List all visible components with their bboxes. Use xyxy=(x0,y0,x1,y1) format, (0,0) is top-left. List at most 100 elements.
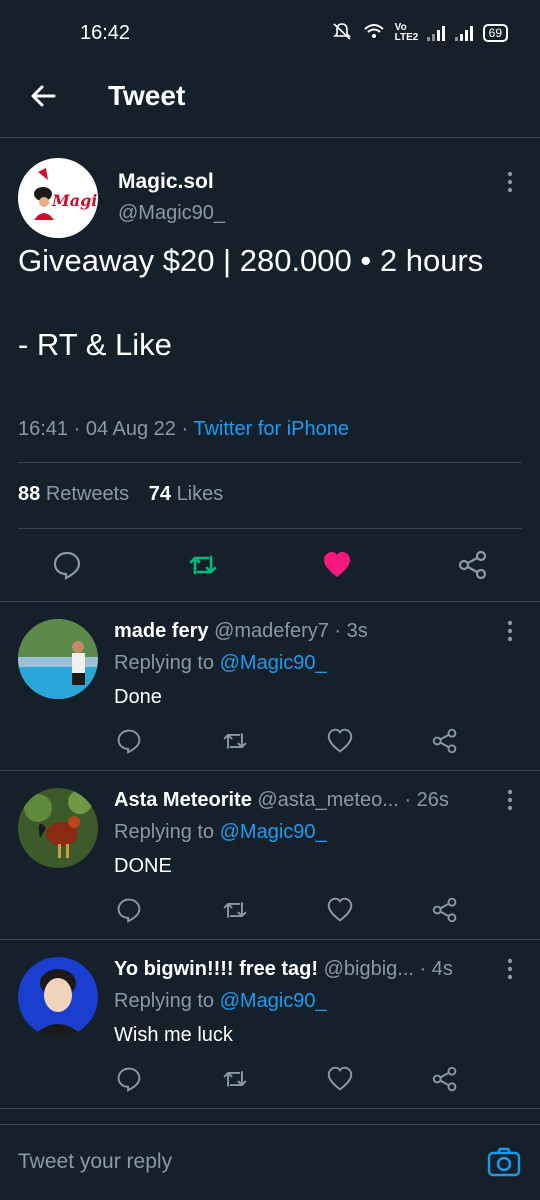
reply-header: Asta Meteorite @asta_meteo... · 26s xyxy=(114,789,449,811)
share-button[interactable] xyxy=(432,728,458,754)
likes-count: 74 xyxy=(148,483,171,505)
more-options-button[interactable] xyxy=(500,788,520,812)
reply-text: Wish me luck xyxy=(114,1024,233,1046)
signal-icon-2 xyxy=(454,25,473,41)
tweet-meta: 16:41 · 04 Aug 22 · Twitter for iPhone xyxy=(18,418,349,440)
retweets-label: Retweets xyxy=(45,483,130,505)
share-icon xyxy=(432,1066,457,1092)
mute-icon xyxy=(331,22,353,43)
heart-icon xyxy=(327,728,353,753)
reply-author-handle[interactable]: @madefery7 xyxy=(214,620,329,642)
avatar[interactable] xyxy=(18,619,98,699)
reply-button[interactable] xyxy=(52,550,82,580)
like-button[interactable] xyxy=(327,1066,353,1092)
reply-author-name[interactable]: made fery xyxy=(114,620,209,642)
reply-time: 4s xyxy=(431,958,453,980)
replying-to-handle[interactable]: @Magic90_ xyxy=(220,821,327,843)
retweet-button[interactable] xyxy=(222,728,248,754)
author-handle[interactable]: @Magic90_ xyxy=(118,202,225,225)
like-button[interactable] xyxy=(327,728,353,754)
reply-author-name[interactable]: Asta Meteorite xyxy=(114,789,252,811)
reply-button[interactable] xyxy=(116,728,142,754)
page-title: Tweet xyxy=(108,80,186,111)
share-button[interactable] xyxy=(432,897,458,923)
more-vertical-icon xyxy=(507,171,513,193)
retweets-count: 88 xyxy=(18,483,41,505)
reply-icon xyxy=(53,551,81,580)
like-button[interactable] xyxy=(327,897,353,923)
divider xyxy=(18,528,522,529)
divider xyxy=(0,601,540,602)
heart-icon xyxy=(327,897,353,922)
avatar-logo-text: Magic xyxy=(51,191,98,210)
more-vertical-icon xyxy=(507,958,513,980)
tweet-time: 16:41 xyxy=(18,418,69,440)
status-time: 16:42 xyxy=(80,22,131,44)
reply-text: Done xyxy=(114,686,162,708)
reply-author-name[interactable]: Yo bigwin!!!! free tag! xyxy=(114,958,318,980)
reply-author-handle[interactable]: @bigbig... xyxy=(324,958,414,980)
retweet-button[interactable] xyxy=(222,897,248,923)
avatar[interactable] xyxy=(18,957,98,1037)
reply-icon xyxy=(117,898,141,923)
reply-header: Yo bigwin!!!! free tag! @bigbig... · 4s xyxy=(114,958,453,980)
more-vertical-icon xyxy=(507,789,513,811)
tweet-text: Giveaway $20 | 280.000 • 2 hours - RT & … xyxy=(18,243,484,362)
divider xyxy=(0,939,540,940)
likes-stat[interactable]: 74 Likes xyxy=(149,483,224,505)
avatar[interactable] xyxy=(18,788,98,868)
reply-compose-input[interactable]: Tweet your reply xyxy=(18,1150,172,1174)
share-icon xyxy=(458,550,487,580)
retweet-button[interactable] xyxy=(222,1066,248,1092)
more-options-button[interactable] xyxy=(500,170,520,194)
signal-icon xyxy=(426,25,445,41)
battery-icon: 69 xyxy=(482,23,508,42)
share-icon xyxy=(432,897,457,923)
replying-to-label: Replying to xyxy=(114,821,215,843)
author-name[interactable]: Magic.sol xyxy=(118,170,214,194)
retweet-button[interactable] xyxy=(188,550,218,580)
reply-text: DONE xyxy=(114,855,172,877)
back-button[interactable] xyxy=(28,80,60,112)
heart-icon xyxy=(327,1066,353,1091)
reply-button[interactable] xyxy=(116,897,142,923)
more-options-button[interactable] xyxy=(500,957,520,981)
network-label: Vo LTE2 xyxy=(394,21,419,43)
divider xyxy=(0,1108,540,1109)
divider xyxy=(18,462,522,463)
tweet-source[interactable]: Twitter for iPhone xyxy=(193,418,349,440)
replying-to: Replying to @Magic90_ xyxy=(114,990,327,1013)
camera-button[interactable] xyxy=(486,1144,522,1180)
camera-icon xyxy=(487,1147,521,1177)
reply-time: 26s xyxy=(416,789,449,811)
share-icon xyxy=(432,728,457,754)
like-button[interactable] xyxy=(322,550,352,580)
reply-time: 3s xyxy=(346,620,368,642)
status-icons: Vo LTE2 69 xyxy=(331,22,508,43)
replying-to-handle[interactable]: @Magic90_ xyxy=(220,990,327,1012)
heart-filled-icon xyxy=(324,552,350,577)
reply-icon xyxy=(117,1067,141,1092)
share-button[interactable] xyxy=(432,1066,458,1092)
reply-button[interactable] xyxy=(116,1066,142,1092)
tweet-stats: 88 Retweets 74 Likes xyxy=(18,483,223,506)
wifi-icon xyxy=(363,22,385,43)
retweet-icon xyxy=(223,902,247,918)
avatar[interactable]: Magic xyxy=(18,158,98,238)
replying-to: Replying to @Magic90_ xyxy=(114,821,327,844)
reply-icon xyxy=(117,729,141,754)
replying-to-handle[interactable]: @Magic90_ xyxy=(220,652,327,674)
reply-author-handle[interactable]: @asta_meteo... xyxy=(257,789,398,811)
retweets-stat[interactable]: 88 Retweets xyxy=(18,483,129,505)
header-divider xyxy=(0,137,540,138)
compose-divider xyxy=(0,1124,540,1125)
arrow-left-icon xyxy=(31,85,56,107)
likes-label: Likes xyxy=(176,483,224,505)
replying-to: Replying to @Magic90_ xyxy=(114,652,327,675)
more-vertical-icon xyxy=(507,620,513,642)
share-button[interactable] xyxy=(458,550,488,580)
replying-to-label: Replying to xyxy=(114,652,215,674)
retweet-icon xyxy=(223,733,247,749)
retweet-icon xyxy=(189,555,217,575)
more-options-button[interactable] xyxy=(500,619,520,643)
